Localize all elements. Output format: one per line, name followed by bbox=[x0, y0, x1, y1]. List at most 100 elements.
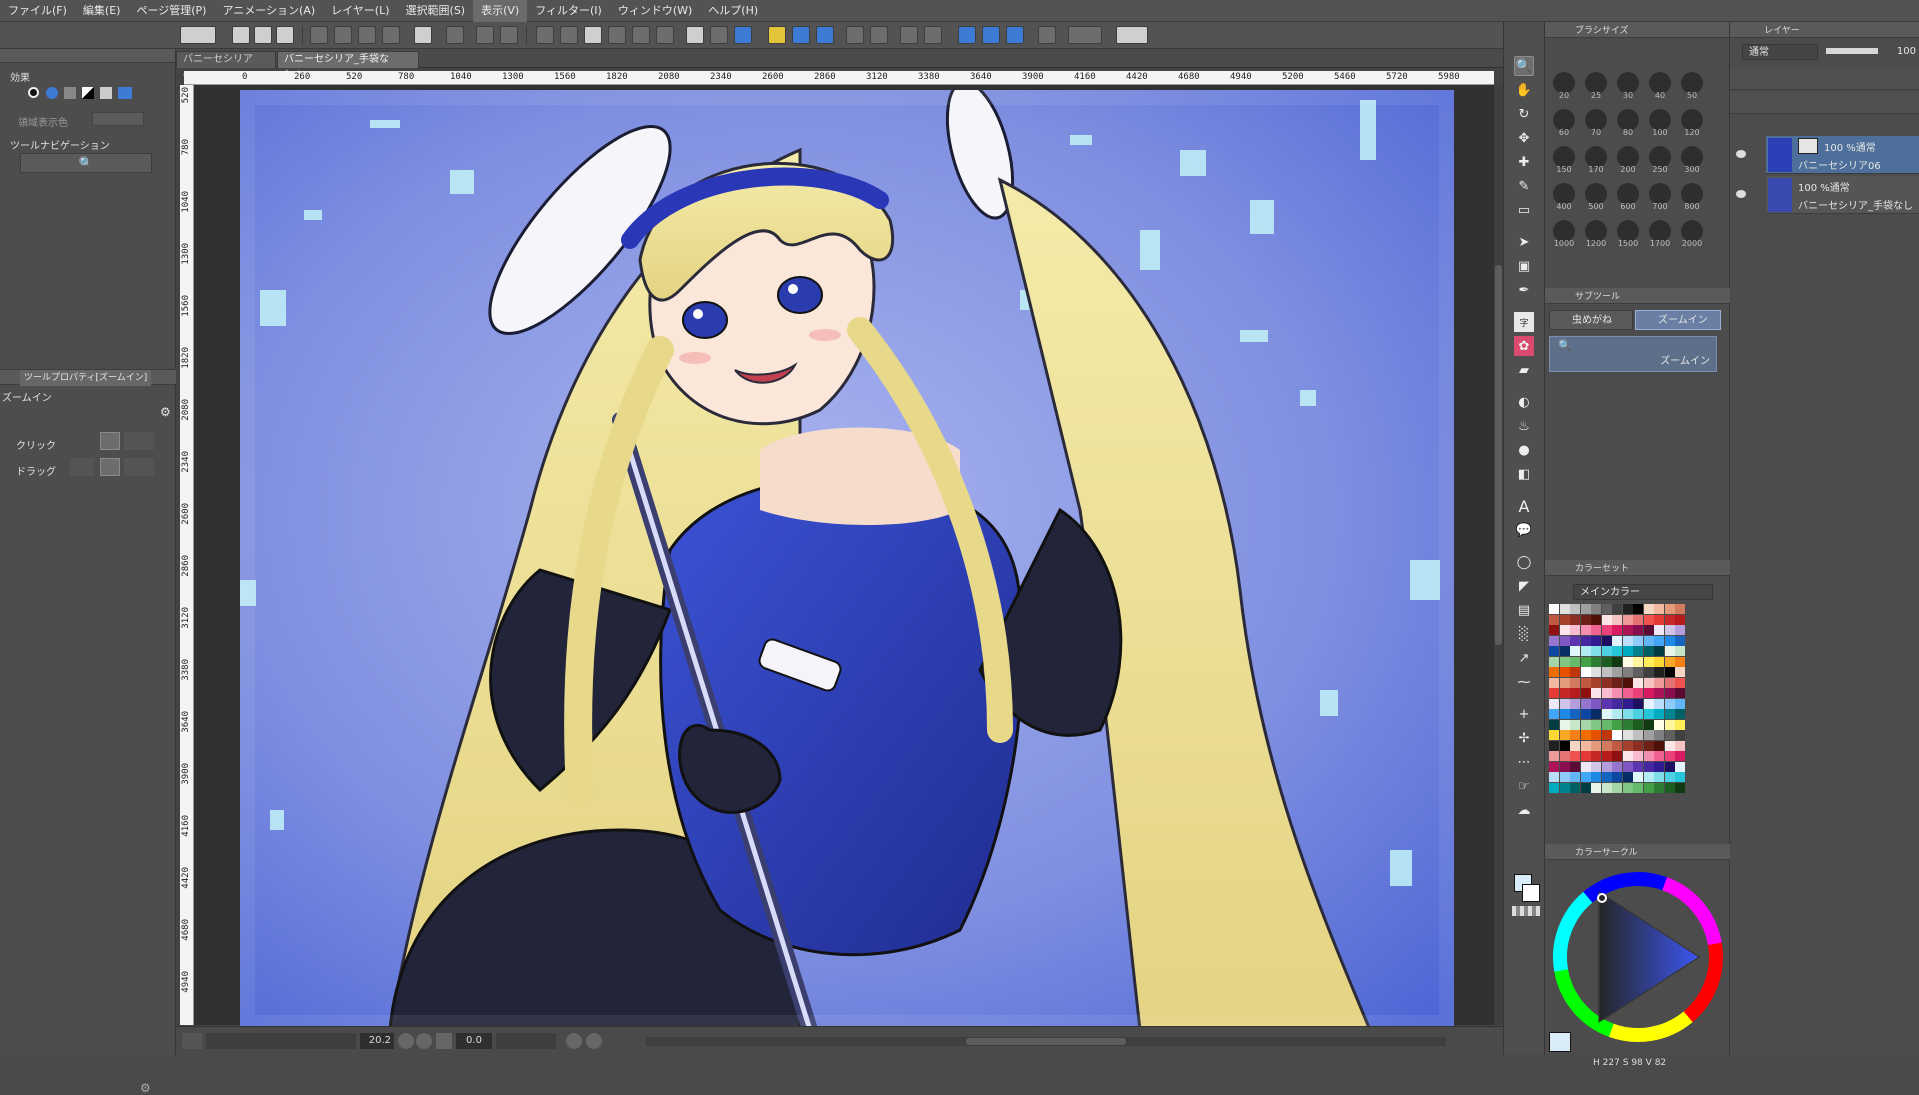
brush-size-cell[interactable]: 1000 bbox=[1549, 218, 1579, 248]
color-swatch[interactable] bbox=[1601, 688, 1612, 698]
color-swatch[interactable] bbox=[1601, 604, 1612, 614]
color-swatch[interactable] bbox=[1633, 625, 1643, 635]
blend-mode-dropdown[interactable]: 通常 bbox=[1742, 44, 1818, 60]
tool-settings-icon[interactable]: ⚙ bbox=[160, 405, 171, 419]
color-swatch[interactable] bbox=[1591, 782, 1601, 793]
color-swatch[interactable] bbox=[1664, 688, 1675, 698]
color-swatch[interactable] bbox=[1591, 719, 1601, 730]
color-swatch[interactable] bbox=[1612, 604, 1622, 614]
color-swatch[interactable] bbox=[1633, 614, 1643, 625]
color-swatch[interactable] bbox=[1643, 604, 1654, 614]
color-swatch[interactable] bbox=[1633, 709, 1643, 719]
zoom-value[interactable]: 20.2 bbox=[360, 1033, 394, 1049]
color-swatch[interactable] bbox=[1559, 709, 1570, 719]
color-swatch[interactable] bbox=[1643, 646, 1654, 656]
zoom-slider[interactable] bbox=[206, 1033, 356, 1049]
color-swatch[interactable] bbox=[1580, 698, 1591, 709]
menu-help[interactable]: ヘルプ(H) bbox=[700, 0, 766, 22]
pointer-tool-icon[interactable]: ➤ bbox=[1514, 232, 1534, 252]
color-swatch[interactable] bbox=[1654, 698, 1664, 709]
color-swatch[interactable] bbox=[1570, 635, 1580, 646]
perspective-icon[interactable] bbox=[958, 26, 976, 44]
color-swatch[interactable] bbox=[1675, 761, 1685, 772]
zoom-in-icon[interactable] bbox=[416, 1033, 432, 1049]
color-swatch[interactable] bbox=[1675, 740, 1685, 751]
color-swatch[interactable] bbox=[1549, 761, 1559, 772]
color-swatch[interactable] bbox=[1654, 656, 1664, 667]
hand-icon[interactable] bbox=[846, 26, 864, 44]
color-swatch[interactable] bbox=[1549, 635, 1559, 646]
opacity-slider[interactable] bbox=[1826, 48, 1878, 54]
color-swatch[interactable] bbox=[1622, 646, 1633, 656]
color-swatch[interactable] bbox=[1654, 604, 1664, 614]
brush-size-cell[interactable]: 300 bbox=[1677, 144, 1707, 174]
color-swatch[interactable] bbox=[1612, 656, 1622, 667]
color-swatch[interactable] bbox=[1580, 719, 1591, 730]
color-swatch[interactable] bbox=[1591, 709, 1601, 719]
layer-tab[interactable]: レイヤー bbox=[1764, 24, 1800, 38]
color-swatch[interactable] bbox=[1591, 667, 1601, 677]
color-swatch[interactable] bbox=[1580, 677, 1591, 688]
color-swatch[interactable] bbox=[1675, 625, 1685, 635]
color-swatch[interactable] bbox=[1601, 614, 1612, 625]
brush-size-cell[interactable]: 80 bbox=[1613, 107, 1643, 137]
rotation-value[interactable]: 0.0 bbox=[456, 1033, 492, 1049]
color-swatch[interactable] bbox=[1643, 677, 1654, 688]
click-zoom-out-dropdown[interactable] bbox=[124, 432, 154, 450]
color-swatch[interactable] bbox=[1580, 656, 1591, 667]
color-swatch[interactable] bbox=[1570, 730, 1580, 740]
color-swatch[interactable] bbox=[1570, 677, 1580, 688]
color-swatch[interactable] bbox=[1549, 688, 1559, 698]
tone-tool-icon[interactable]: ░ bbox=[1514, 624, 1534, 644]
color-swatch[interactable] bbox=[1580, 740, 1591, 751]
color-swatch[interactable] bbox=[1612, 688, 1622, 698]
subtool-selected-item[interactable]: 🔍 ズームイン bbox=[1549, 336, 1717, 372]
horizontal-scrollbar[interactable] bbox=[646, 1037, 1446, 1046]
brush-size-cell[interactable]: 2000 bbox=[1677, 218, 1707, 248]
color-swatch[interactable] bbox=[1570, 772, 1580, 782]
redo-button[interactable] bbox=[500, 26, 518, 44]
color-swatch[interactable] bbox=[1654, 730, 1664, 740]
color-swatch[interactable] bbox=[1580, 646, 1591, 656]
color-swatch[interactable] bbox=[1654, 614, 1664, 625]
color-swatch[interactable] bbox=[1654, 772, 1664, 782]
subtool-tab[interactable]: サブツール bbox=[1575, 290, 1620, 304]
brush-tool-icon[interactable]: ✒ bbox=[1514, 280, 1534, 300]
color-swatch[interactable] bbox=[1622, 761, 1633, 772]
color-swatch[interactable] bbox=[1633, 667, 1643, 677]
color-swatch[interactable] bbox=[1612, 751, 1622, 761]
color-swatch[interactable] bbox=[1549, 614, 1559, 625]
menu-view[interactable]: 表示(V) bbox=[473, 0, 528, 22]
color-swatch[interactable] bbox=[1633, 698, 1643, 709]
color-swatch[interactable] bbox=[1549, 719, 1559, 730]
color-swatch[interactable] bbox=[1643, 740, 1654, 751]
brush-size-cell[interactable]: 50 bbox=[1677, 70, 1707, 100]
color-swatch[interactable] bbox=[1601, 656, 1612, 667]
brush-size-cell[interactable]: 60 bbox=[1549, 107, 1579, 137]
color-swatch[interactable] bbox=[1612, 719, 1622, 730]
decoration-tool-icon[interactable]: ✿ bbox=[1514, 336, 1534, 356]
color-swatch[interactable] bbox=[1601, 625, 1612, 635]
vertical-scroll-thumb[interactable] bbox=[1495, 265, 1502, 645]
color-swatch[interactable] bbox=[1580, 625, 1591, 635]
color-swatch[interactable] bbox=[1612, 698, 1622, 709]
click-zoom-in-button[interactable] bbox=[100, 432, 120, 450]
settings-icon[interactable] bbox=[1038, 26, 1056, 44]
color-swatch[interactable] bbox=[1675, 646, 1685, 656]
color-swatch[interactable] bbox=[1591, 604, 1601, 614]
color-swatch[interactable] bbox=[1654, 709, 1664, 719]
color-swatch[interactable] bbox=[1675, 772, 1685, 782]
menu-page[interactable]: ページ管理(P) bbox=[128, 0, 214, 22]
curve-icon[interactable] bbox=[982, 26, 1000, 44]
color-swatch[interactable] bbox=[1549, 677, 1559, 688]
brush-size-cell[interactable]: 100 bbox=[1645, 107, 1675, 137]
frame-tool-icon[interactable]: ▤ bbox=[1514, 600, 1534, 620]
color-swatch[interactable] bbox=[1591, 698, 1601, 709]
color-swatch[interactable] bbox=[1654, 740, 1664, 751]
color-swatch[interactable] bbox=[1654, 677, 1664, 688]
color-swatch[interactable] bbox=[1591, 751, 1601, 761]
layer-1-visibility-icon[interactable] bbox=[1736, 150, 1746, 158]
color-swatch[interactable] bbox=[1664, 772, 1675, 782]
ruler-tool-icon[interactable]: ↗ bbox=[1514, 648, 1534, 668]
layer-row-2[interactable]: 100 %通常 バニーセシリア_手袋なし bbox=[1766, 176, 1919, 214]
